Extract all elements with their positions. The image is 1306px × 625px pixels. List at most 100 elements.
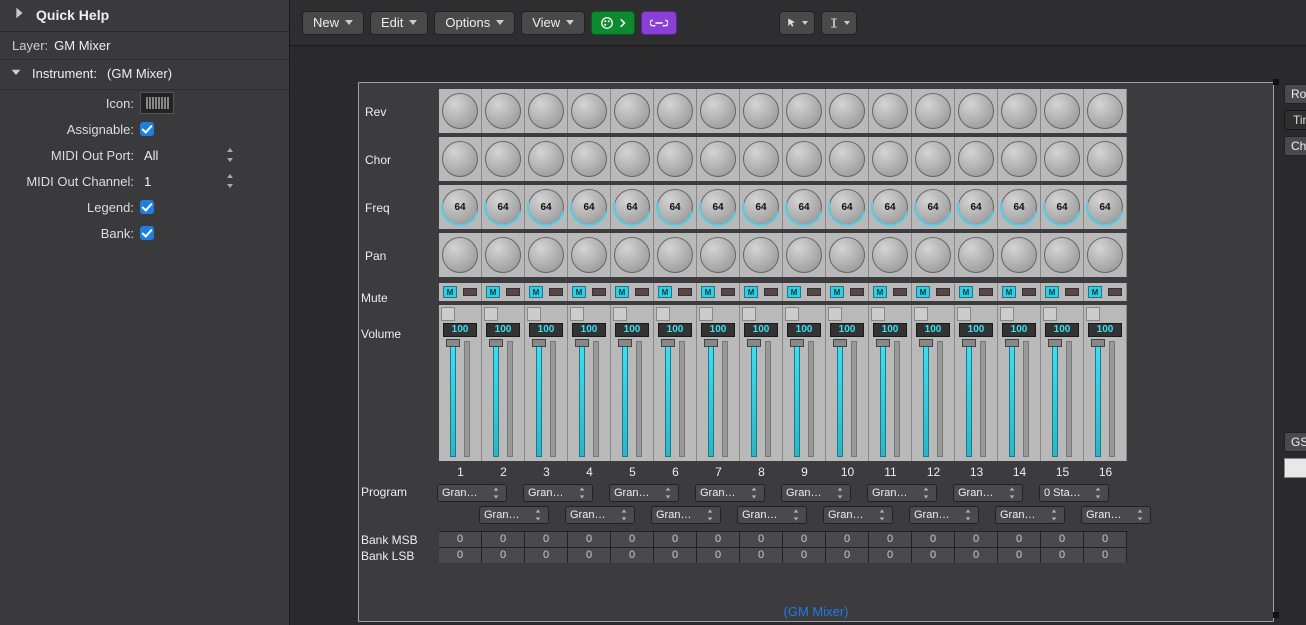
bank-msb-cell[interactable]: 0: [740, 531, 783, 547]
volume-fader[interactable]: [665, 341, 671, 457]
freq-knob[interactable]: 64: [955, 185, 998, 229]
fader-thumb[interactable]: [575, 339, 589, 347]
fader-thumb[interactable]: [1048, 339, 1062, 347]
volume-fader[interactable]: [1009, 341, 1015, 457]
bank-msb-cell[interactable]: 0: [697, 531, 740, 547]
volume-value[interactable]: 100: [787, 323, 821, 337]
program-select[interactable]: Gran…: [609, 484, 679, 502]
bank-lsb-cell[interactable]: 0: [826, 547, 869, 563]
bank-msb-cell[interactable]: 0: [783, 531, 826, 547]
bank-lsb-cell[interactable]: 0: [654, 547, 697, 563]
volume-fader[interactable]: [493, 341, 499, 457]
pan-knob[interactable]: [783, 233, 826, 277]
reverb-preset-select[interactable]: Room 1: [1284, 84, 1306, 104]
freq-knob[interactable]: 64: [740, 185, 783, 229]
fader-thumb[interactable]: [790, 339, 804, 347]
rev-knob[interactable]: [1041, 89, 1084, 133]
bank-msb-cell[interactable]: 0: [611, 531, 654, 547]
midi-out-port-select[interactable]: All: [140, 146, 240, 164]
mute-button[interactable]: M: [486, 286, 500, 298]
volume-value[interactable]: 100: [486, 323, 520, 337]
bank-lsb-cell[interactable]: 0: [740, 547, 783, 563]
bank-lsb-cell[interactable]: 0: [439, 547, 482, 563]
chor-knob[interactable]: [525, 137, 568, 181]
program-select[interactable]: Gran…: [479, 506, 549, 524]
mute-button[interactable]: M: [1045, 286, 1059, 298]
bank-msb-cell[interactable]: 0: [1084, 531, 1127, 547]
bank-lsb-cell[interactable]: 0: [912, 547, 955, 563]
legend-checkbox[interactable]: [140, 200, 154, 214]
volume-fader[interactable]: [837, 341, 843, 457]
volume-value[interactable]: 100: [830, 323, 864, 337]
volume-value[interactable]: 100: [529, 323, 563, 337]
bank-msb-cell[interactable]: 0: [654, 531, 697, 547]
pan-knob[interactable]: [998, 233, 1041, 277]
mute-button[interactable]: M: [787, 286, 801, 298]
mute-button[interactable]: M: [615, 286, 629, 298]
bank-checkbox[interactable]: [140, 226, 154, 240]
mute-button[interactable]: M: [744, 286, 758, 298]
program-select[interactable]: Gran…: [995, 506, 1065, 524]
volume-value[interactable]: 100: [615, 323, 649, 337]
pan-knob[interactable]: [955, 233, 998, 277]
rev-knob[interactable]: [611, 89, 654, 133]
fader-thumb[interactable]: [747, 339, 761, 347]
fader-thumb[interactable]: [489, 339, 503, 347]
rev-knob[interactable]: [826, 89, 869, 133]
text-tool[interactable]: [821, 11, 857, 35]
chor-knob[interactable]: [1041, 137, 1084, 181]
program-select[interactable]: 0 Sta…: [1039, 484, 1109, 502]
bank-lsb-cell[interactable]: 0: [697, 547, 740, 563]
rev-knob[interactable]: [654, 89, 697, 133]
volume-value[interactable]: 100: [658, 323, 692, 337]
pointer-tool[interactable]: [779, 11, 815, 35]
fader-thumb[interactable]: [446, 339, 460, 347]
midi-out-channel-select[interactable]: 1: [140, 172, 240, 190]
freq-knob[interactable]: 64: [654, 185, 697, 229]
pan-knob[interactable]: [912, 233, 955, 277]
bank-msb-cell[interactable]: 0: [1041, 531, 1084, 547]
freq-knob[interactable]: 64: [912, 185, 955, 229]
freq-knob[interactable]: 64: [869, 185, 912, 229]
bank-msb-cell[interactable]: 0: [998, 531, 1041, 547]
pan-knob[interactable]: [826, 233, 869, 277]
volume-value[interactable]: 100: [873, 323, 907, 337]
freq-knob[interactable]: 64: [783, 185, 826, 229]
volume-fader[interactable]: [1052, 341, 1058, 457]
volume-value[interactable]: 100: [744, 323, 778, 337]
new-menu[interactable]: New: [302, 11, 364, 35]
rev-knob[interactable]: [482, 89, 525, 133]
reset-button[interactable]: Reset: [1284, 458, 1306, 478]
mode-select[interactable]: GS: [1284, 432, 1306, 452]
pan-knob[interactable]: [1041, 233, 1084, 277]
chor-knob[interactable]: [869, 137, 912, 181]
options-menu[interactable]: Options: [434, 11, 515, 35]
fader-thumb[interactable]: [1091, 339, 1105, 347]
freq-knob[interactable]: 64: [697, 185, 740, 229]
bank-msb-cell[interactable]: 0: [869, 531, 912, 547]
bank-msb-cell[interactable]: 0: [955, 531, 998, 547]
volume-fader[interactable]: [751, 341, 757, 457]
fader-thumb[interactable]: [1005, 339, 1019, 347]
freq-knob[interactable]: 64: [568, 185, 611, 229]
reverb-time-field[interactable]: Time: 0: [1284, 110, 1306, 130]
program-select[interactable]: Gran…: [437, 484, 507, 502]
pan-knob[interactable]: [697, 233, 740, 277]
bank-msb-cell[interactable]: 0: [482, 531, 525, 547]
chor-knob[interactable]: [482, 137, 525, 181]
pan-knob[interactable]: [740, 233, 783, 277]
freq-knob[interactable]: 64: [611, 185, 654, 229]
view-menu[interactable]: View: [521, 11, 585, 35]
gm-mixer-object[interactable]: Rev Chor Freq Pan Mute Volume Program Ba…: [358, 82, 1274, 622]
program-select[interactable]: Gran…: [823, 506, 893, 524]
rev-knob[interactable]: [568, 89, 611, 133]
pan-knob[interactable]: [654, 233, 697, 277]
program-select[interactable]: Gran…: [781, 484, 851, 502]
volume-fader[interactable]: [923, 341, 929, 457]
bank-msb-cell[interactable]: 0: [525, 531, 568, 547]
freq-knob[interactable]: 64: [439, 185, 482, 229]
bank-lsb-cell[interactable]: 0: [611, 547, 654, 563]
mute-button[interactable]: M: [701, 286, 715, 298]
fader-thumb[interactable]: [876, 339, 890, 347]
freq-knob[interactable]: 64: [482, 185, 525, 229]
